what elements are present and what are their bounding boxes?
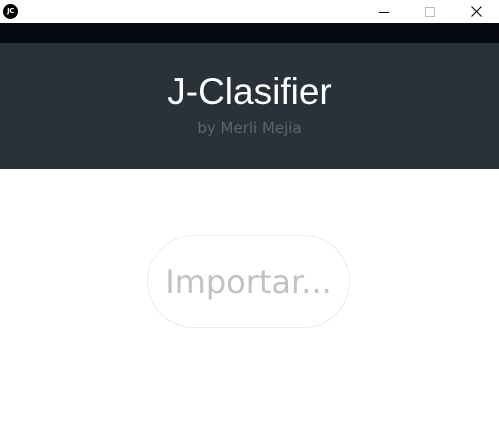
close-icon bbox=[470, 6, 482, 17]
app-logo-icon: JC bbox=[3, 4, 18, 19]
top-strip bbox=[0, 23, 499, 43]
maximize-button[interactable] bbox=[407, 0, 453, 23]
app-title: J-Clasifier bbox=[167, 71, 332, 112]
import-button[interactable]: Importar... bbox=[147, 235, 350, 328]
app-header: J-Clasifier by Merli Mejia bbox=[0, 43, 499, 169]
window-titlebar[interactable]: JC bbox=[0, 0, 499, 23]
maximize-icon bbox=[425, 6, 435, 17]
minimize-icon bbox=[379, 11, 389, 13]
minimize-button[interactable] bbox=[361, 0, 407, 23]
app-subtitle: by Merli Mejia bbox=[197, 119, 302, 137]
close-button[interactable] bbox=[453, 0, 499, 23]
